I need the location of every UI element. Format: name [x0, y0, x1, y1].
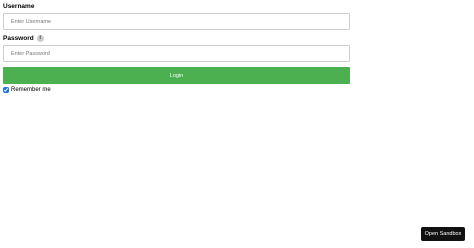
- remember-me-checkbox[interactable]: [3, 87, 9, 93]
- password-label-row: Password i: [3, 34, 350, 43]
- page: Username Password i Login Remember me Op…: [0, 0, 474, 248]
- password-label: Password: [3, 35, 34, 42]
- remember-me-row[interactable]: Remember me: [3, 87, 350, 93]
- username-input[interactable]: [3, 13, 350, 30]
- login-button[interactable]: Login: [3, 67, 350, 84]
- password-input[interactable]: [3, 45, 350, 62]
- login-form: Username Password i Login Remember me: [3, 2, 350, 93]
- open-sandbox-button[interactable]: Open Sandbox: [421, 227, 465, 241]
- username-label-row: Username: [3, 2, 350, 11]
- info-icon[interactable]: i: [36, 35, 44, 42]
- username-label: Username: [3, 3, 35, 10]
- remember-me-label: Remember me: [11, 87, 51, 93]
